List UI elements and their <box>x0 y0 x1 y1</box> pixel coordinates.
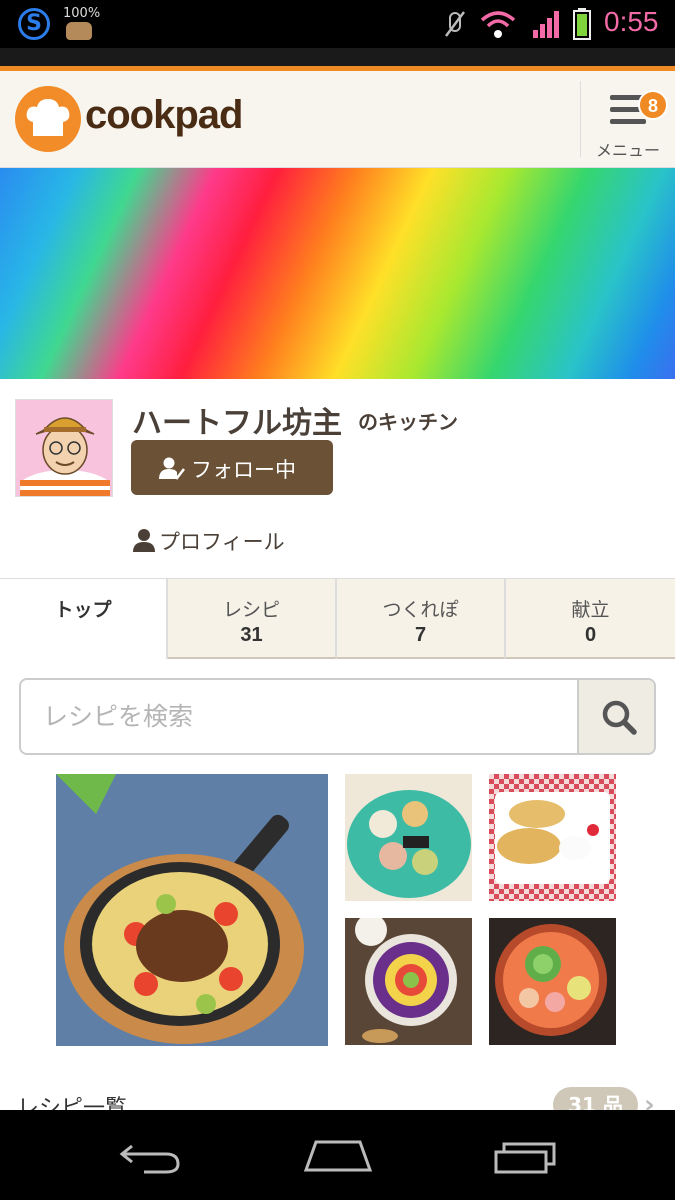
user-check-icon <box>159 457 185 480</box>
menu-label: メニュー <box>595 141 660 160</box>
avatar[interactable] <box>15 399 113 497</box>
recipe-photo-rainbow-salad[interactable] <box>345 918 472 1045</box>
site-header: cookpad 8 メニュー <box>0 71 675 168</box>
tab-label: つくれぽ <box>382 599 459 621</box>
system-navigation-bar <box>0 1110 675 1200</box>
kitchen-owner-name: ハートフル坊主 <box>132 406 342 441</box>
battery-icon <box>573 8 591 40</box>
recipe-photo-pancakes[interactable] <box>489 774 616 901</box>
tab-menus[interactable]: 献立 0 <box>506 579 675 659</box>
menu-button[interactable]: 8 メニュー <box>590 81 670 161</box>
search-input[interactable] <box>21 680 577 753</box>
kitchen-tabs: トップ レシピ 31 つくれぽ 7 献立 0 <box>0 578 675 659</box>
home-icon[interactable] <box>302 1138 374 1174</box>
clock: 0:55 <box>604 6 659 37</box>
pet-icon <box>66 22 92 40</box>
follow-button-label: フォロー中 <box>191 458 296 482</box>
tab-label: トップ <box>54 599 112 621</box>
kitchen-suffix: のキッチン <box>358 410 458 434</box>
follow-button[interactable]: フォロー中 <box>131 440 333 495</box>
site-logo[interactable]: cookpad <box>85 93 243 138</box>
sync-icon: S <box>18 8 50 40</box>
profile-link-label: プロフィール <box>159 530 285 554</box>
battery-percent: 100% <box>63 6 101 21</box>
recent-apps-icon[interactable] <box>494 1138 560 1174</box>
user-icon <box>133 529 155 552</box>
tab-tsukurepo[interactable]: つくれぽ 7 <box>337 579 506 659</box>
notification-badge: 8 <box>638 90 668 120</box>
kitchen-banner-image <box>0 168 675 379</box>
tab-count: 0 <box>584 624 597 646</box>
header-divider <box>580 81 581 157</box>
wifi-icon <box>480 11 516 38</box>
tab-label: 献立 <box>571 599 610 621</box>
browser-strip <box>0 48 675 66</box>
chef-hat-logo-icon[interactable] <box>15 86 81 152</box>
recipe-search <box>19 678 656 755</box>
mute-icon <box>445 11 465 37</box>
tab-recipes[interactable]: レシピ 31 <box>168 579 337 659</box>
tab-label: レシピ <box>222 599 280 621</box>
signal-icon <box>533 11 559 38</box>
search-icon <box>602 700 637 735</box>
tab-count: 7 <box>414 624 427 646</box>
recipe-photo-taco-rice[interactable] <box>56 774 328 1046</box>
back-icon[interactable] <box>118 1138 182 1174</box>
tab-top[interactable]: トップ <box>0 579 168 659</box>
recipe-photo-cupcakes[interactable] <box>345 774 472 901</box>
recipe-photo-rose-bowl[interactable] <box>489 918 616 1045</box>
status-bar: S 100% 0:55 <box>0 0 675 48</box>
search-button[interactable] <box>577 680 654 753</box>
tab-count: 31 <box>240 624 263 646</box>
